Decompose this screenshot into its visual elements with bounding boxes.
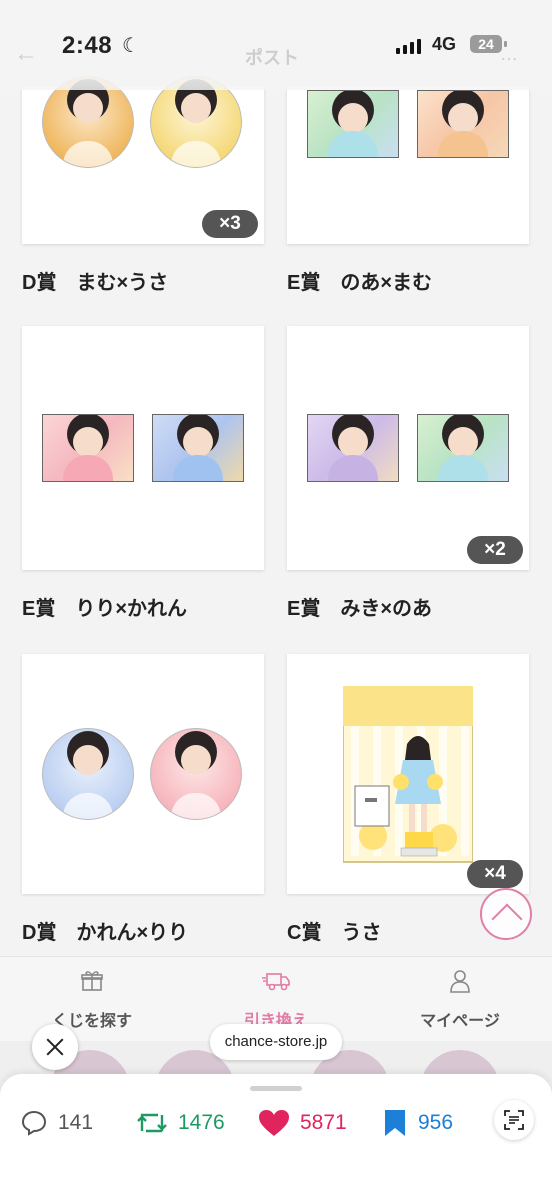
photo-card-image xyxy=(417,90,509,158)
photo-card-image xyxy=(42,414,134,482)
prize-label: D賞 かれん×りり xyxy=(22,922,189,944)
prize-card-c-usa[interactable]: ×4 xyxy=(287,654,529,894)
bookmark-action[interactable]: 956 xyxy=(382,1106,453,1140)
gift-icon xyxy=(81,971,103,991)
prize-card-e-riri-karen[interactable] xyxy=(22,326,264,570)
quantity-badge: ×2 xyxy=(467,536,523,564)
prize-card-d-karen-riri[interactable] xyxy=(22,654,264,894)
sheet-grabber[interactable] xyxy=(250,1086,302,1091)
prize-label: E賞 のあ×まむ xyxy=(287,272,433,294)
photo-card-image xyxy=(152,414,244,482)
prize-card-e-noa-mamu[interactable] xyxy=(287,86,529,244)
text-scan-button[interactable] xyxy=(494,1100,534,1140)
prize-card-e-miki-noa[interactable]: ×2 xyxy=(287,326,529,570)
post-header: ← ポスト … xyxy=(0,40,552,68)
reply-count: 141 xyxy=(58,1111,94,1134)
close-icon[interactable] xyxy=(32,1024,78,1070)
scan-icon xyxy=(504,1110,524,1130)
repost-icon xyxy=(137,1113,167,1133)
prize-card-d-mamu-usa[interactable]: ×3 xyxy=(22,76,264,244)
like-count: 5871 xyxy=(300,1111,347,1134)
can-badge-image xyxy=(150,728,242,820)
status-bar: 2:48 ☾ 4G 24 ← ポスト … xyxy=(0,0,552,90)
prize-label: E賞 みき×のあ xyxy=(287,598,433,620)
scroll-to-top-button[interactable] xyxy=(480,888,532,940)
more-icon[interactable]: … xyxy=(500,44,518,65)
photo-card-image xyxy=(307,414,399,482)
post-action-bar: 141 1476 5871 956 xyxy=(0,1074,552,1200)
reply-action[interactable]: 141 xyxy=(20,1106,93,1140)
nav-item-my-page[interactable]: マイページ xyxy=(368,957,552,1041)
nav-label: マイページ xyxy=(420,1013,500,1030)
bookmark-icon xyxy=(385,1110,405,1136)
photo-card-image xyxy=(417,414,509,482)
truck-icon xyxy=(262,973,290,991)
repost-action[interactable]: 1476 xyxy=(136,1106,225,1140)
nav-label: くじを探す xyxy=(51,1013,132,1030)
acrylic-stand-image xyxy=(343,686,473,863)
prize-label: E賞 りり×かれん xyxy=(22,598,188,620)
can-badge-image xyxy=(42,728,134,820)
repost-count: 1476 xyxy=(178,1111,225,1134)
person-icon xyxy=(450,970,470,993)
heart-icon xyxy=(259,1110,289,1136)
like-action[interactable]: 5871 xyxy=(258,1106,347,1140)
quantity-badge: ×3 xyxy=(202,210,258,238)
prize-label: C賞 うさ xyxy=(287,922,382,944)
reply-icon xyxy=(21,1110,47,1136)
back-arrow-icon[interactable]: ← xyxy=(14,40,38,68)
prize-label: D賞 まむ×うさ xyxy=(22,272,169,294)
post-title: ポスト xyxy=(245,48,299,68)
photo-card-image xyxy=(307,90,399,158)
nav-item-find-lottery[interactable]: くじを探す xyxy=(0,957,184,1041)
source-url[interactable]: chance-store.jp xyxy=(210,1024,342,1060)
bookmark-count: 956 xyxy=(418,1111,454,1134)
quantity-badge: ×4 xyxy=(467,860,523,888)
